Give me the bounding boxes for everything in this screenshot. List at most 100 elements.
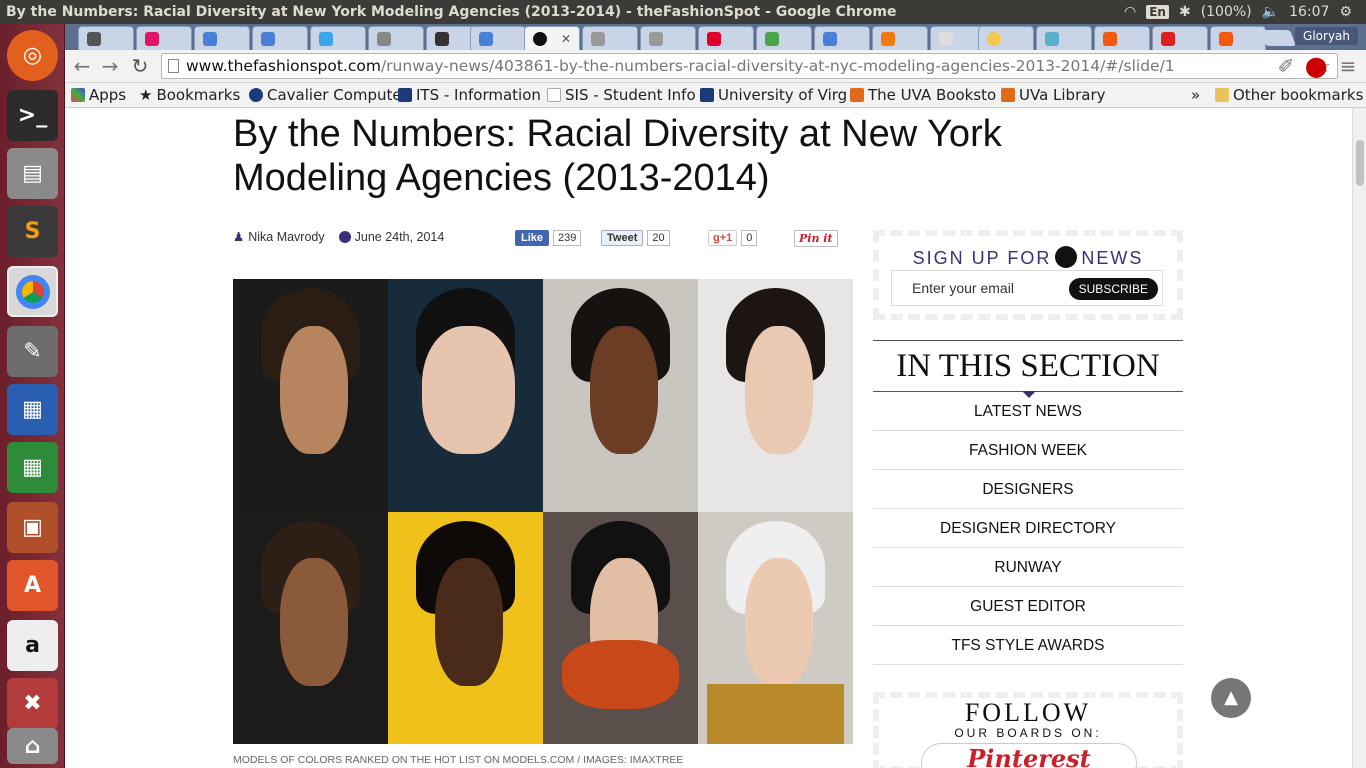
address-bar[interactable]: www.thefashionspot.com/runway-news/40386… — [161, 53, 1338, 79]
tweet-button[interactable]: Tweet 20 — [601, 228, 670, 248]
wifi-icon[interactable]: ◠ — [1124, 4, 1136, 20]
tab[interactable] — [470, 26, 526, 50]
close-icon[interactable]: ✕ — [561, 32, 571, 46]
page-scrollbar[interactable] — [1352, 108, 1366, 768]
writer-icon[interactable]: ▦ — [7, 384, 58, 435]
author-link[interactable]: Nika Mavrody — [248, 230, 324, 244]
window-title: By the Numbers: Racial Diversity at New … — [6, 4, 897, 20]
tab[interactable] — [640, 26, 696, 50]
bookmarks-bar: Apps ★ Bookmarks Cavalier Compute ITS - I… — [65, 83, 1366, 108]
volume-icon[interactable]: 🔈 — [1262, 4, 1279, 20]
tab[interactable] — [252, 26, 308, 50]
back-icon[interactable]: ← — [71, 55, 93, 77]
menu-icon[interactable]: ≡ — [1337, 55, 1359, 77]
other-bookmarks[interactable]: Other bookmarks — [1215, 86, 1363, 104]
bookmark-item[interactable]: SIS - Student Info — [547, 86, 696, 104]
tab[interactable] — [368, 26, 424, 50]
folder-icon — [1215, 88, 1229, 102]
subscribe-button[interactable]: SUBSCRIBE — [1068, 278, 1158, 300]
bookmark-overflow-chevron[interactable]: » — [1191, 86, 1200, 104]
tab[interactable] — [814, 26, 870, 50]
sublime-text-icon[interactable]: S — [7, 206, 58, 257]
tab[interactable] — [872, 26, 928, 50]
trash-icon[interactable]: ⌂ — [7, 728, 58, 764]
model-photo — [388, 279, 543, 512]
article-image-collage[interactable] — [233, 279, 853, 744]
calc-icon[interactable]: ▦ — [7, 442, 58, 493]
article-title: By the Numbers: Racial Diversity at New … — [233, 113, 1002, 199]
keyboard-layout-indicator[interactable]: En — [1146, 5, 1169, 19]
star-icon: ★ — [139, 86, 153, 104]
tab[interactable] — [1210, 26, 1266, 50]
nav-tfs-style-awards[interactable]: TFS STYLE AWARDS — [873, 626, 1183, 665]
nav-designer-directory[interactable]: DESIGNER DIRECTORY — [873, 509, 1183, 548]
model-photo — [543, 279, 698, 512]
scrollbar-thumb[interactable] — [1356, 140, 1364, 186]
in-this-section-nav: IN THIS SECTION LATEST NEWS FASHION WEEK… — [873, 340, 1183, 665]
bookmark-item[interactable]: University of Virg — [700, 86, 847, 104]
tab-strip: ✕ Gloryah — [65, 24, 1366, 50]
pinterest-button[interactable]: Pin it — [794, 228, 838, 248]
signup-heading: SIGN UP FOR NEWS — [912, 246, 1144, 268]
terminal-icon[interactable]: >_ — [7, 90, 58, 141]
apps-icon — [71, 88, 85, 102]
facebook-like[interactable]: Like 239 — [515, 228, 582, 248]
bookmark-folder[interactable]: ★ Bookmarks — [139, 86, 240, 104]
text-editor-icon[interactable]: ✎ — [7, 326, 58, 377]
nav-runway[interactable]: RUNWAY — [873, 548, 1183, 587]
tab[interactable] — [978, 26, 1034, 50]
bookmark-item[interactable]: ITS - Information — [398, 86, 541, 104]
profile-button[interactable]: Gloryah — [1295, 27, 1358, 45]
pinterest-follow-button[interactable]: Pinterest — [921, 743, 1137, 768]
new-tab-button[interactable] — [1260, 30, 1296, 46]
scroll-to-top-button[interactable]: ▲ — [1211, 678, 1251, 718]
bookmark-item[interactable]: Cavalier Compute — [249, 86, 402, 104]
amazon-icon[interactable]: a — [7, 620, 58, 671]
extension-icon[interactable]: ✐ — [1275, 55, 1297, 77]
publish-date: June 24th, 2014 — [354, 229, 445, 244]
image-caption: Models of colors ranked on the hot list … — [233, 754, 684, 766]
model-photo — [233, 279, 388, 512]
author-icon: ♟ — [233, 230, 245, 244]
nav-guest-editor[interactable]: GUEST EDITOR — [873, 587, 1183, 626]
ubuntu-dash-icon[interactable]: ◎ — [7, 30, 58, 81]
software-center-icon[interactable]: A — [7, 560, 58, 611]
section-heading: IN THIS SECTION — [873, 340, 1183, 398]
tab[interactable] — [1036, 26, 1092, 50]
model-photo — [698, 279, 853, 512]
web-page: By the Numbers: Racial Diversity at New … — [65, 108, 1352, 768]
bluetooth-icon[interactable]: ✱ — [1179, 4, 1191, 20]
tab[interactable] — [582, 26, 638, 50]
nav-fashion-week[interactable]: FASHION WEEK — [873, 431, 1183, 470]
tab[interactable] — [1152, 26, 1208, 50]
battery-indicator[interactable]: (100%) — [1201, 4, 1252, 20]
tab[interactable] — [78, 26, 134, 50]
email-field[interactable]: Enter your email SUBSCRIBE — [891, 270, 1163, 306]
forward-icon[interactable]: → — [99, 55, 121, 77]
tab[interactable] — [756, 26, 812, 50]
follow-subheading: OUR BOARDS ON: — [954, 726, 1102, 740]
tab[interactable] — [698, 26, 754, 50]
model-photo — [233, 512, 388, 744]
tab[interactable] — [136, 26, 192, 50]
chrome-icon[interactable] — [7, 266, 58, 317]
bookmark-item[interactable]: UVa Library — [1001, 86, 1105, 104]
gear-icon[interactable]: ⚙ — [1339, 4, 1352, 20]
model-photo — [388, 512, 543, 744]
tab[interactable] — [194, 26, 250, 50]
newsletter-signup: SIGN UP FOR NEWS Enter your email SUBSCRI… — [873, 230, 1183, 320]
bookmark-item[interactable]: The UVA Booksto — [850, 86, 996, 104]
gplus-button[interactable]: g+1 0 — [708, 228, 758, 248]
tab[interactable] — [310, 26, 366, 50]
nav-designers[interactable]: DESIGNERS — [873, 470, 1183, 509]
bookmark-apps[interactable]: Apps — [71, 86, 126, 104]
file-manager-icon[interactable]: ▤ — [7, 148, 58, 199]
tab-active[interactable]: ✕ — [524, 26, 580, 50]
impress-icon[interactable]: ▣ — [7, 502, 58, 553]
clock[interactable]: 16:07 — [1289, 4, 1329, 20]
system-settings-icon[interactable]: ✖ — [7, 678, 58, 729]
reload-icon[interactable]: ↻ — [129, 55, 151, 77]
tab[interactable] — [1094, 26, 1150, 50]
unity-launcher: ◎ >_ ▤ S ✎ ▦ ▦ ▣ A a ✖ ⌂ — [0, 24, 65, 768]
adblock-icon[interactable]: ⬤ — [1305, 55, 1327, 77]
